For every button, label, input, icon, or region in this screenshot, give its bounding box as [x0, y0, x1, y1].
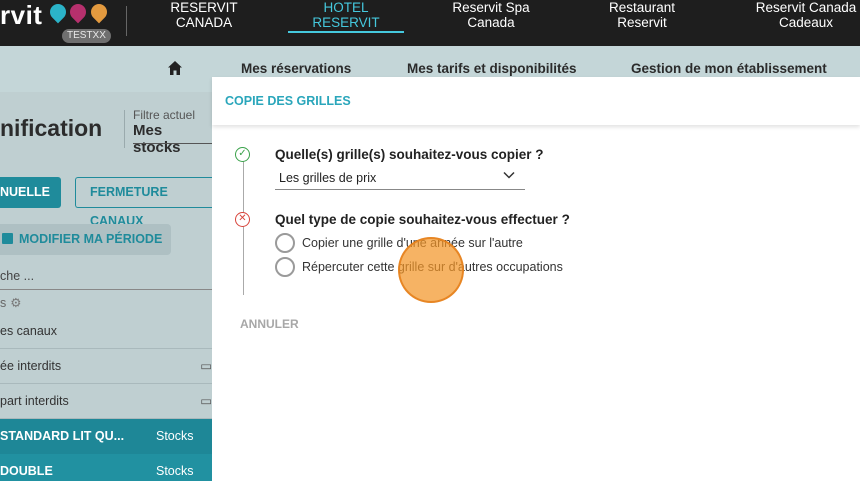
- gift-pin-icon: [87, 0, 111, 24]
- list-item-label: es canaux: [0, 324, 57, 338]
- nav-label-line2: Canada: [467, 15, 515, 30]
- nav-label-line2: RESERVIT: [312, 15, 380, 30]
- chevron-down-icon: [503, 171, 515, 179]
- divider: [126, 6, 127, 36]
- nav-label-line2: Cadeaux: [778, 15, 834, 30]
- room-name: DOUBLE: [0, 464, 53, 478]
- room-row[interactable]: DOUBLE Stocks: [0, 454, 212, 481]
- nav-label-line1: Reservit Canada: [755, 0, 857, 15]
- room-name: STANDARD LIT QU...: [0, 429, 125, 443]
- background-planning-panel: nification Filtre actuel Mes stocks NUEL…: [0, 92, 212, 481]
- settings-row: s ⚙: [0, 295, 21, 310]
- calendar-icon: [2, 233, 13, 244]
- list-item[interactable]: part interdits ▭: [0, 384, 212, 419]
- home-icon[interactable]: [167, 60, 183, 76]
- list-item-label: part interdits: [0, 394, 69, 408]
- search-underline: [0, 289, 212, 290]
- filter-select[interactable]: Mes stocks: [133, 122, 212, 156]
- restaurant-pin-icon: [66, 0, 90, 24]
- room-stock-label: Stocks: [156, 464, 194, 478]
- reservit-logo[interactable]: rvit TESTXX: [0, 0, 126, 46]
- nav-reservit-canada[interactable]: RESERVIT CANADA: [165, 0, 243, 30]
- settings-row-label: s: [0, 296, 7, 310]
- filter-label: Filtre actuel: [133, 108, 196, 122]
- gear-icon[interactable]: ⚙: [10, 295, 21, 310]
- nav-label-line1: Restaurant: [608, 0, 676, 15]
- list-item[interactable]: es canaux: [0, 314, 212, 349]
- filter-underline: [133, 143, 212, 144]
- copy-grids-dialog: COPIE DES GRILLES ✓ ✕ Quelle(s) grille(s…: [212, 77, 860, 481]
- nav-hotel-reservit[interactable]: HOTEL RESERVIT: [288, 0, 404, 30]
- calendar-icon[interactable]: ▭: [200, 349, 212, 384]
- nav-label-line2: Reservit: [617, 15, 667, 30]
- subnav-mes-reservations[interactable]: Mes réservations: [241, 61, 351, 76]
- search-input[interactable]: che ...: [0, 269, 34, 283]
- grid-type-select[interactable]: Les grilles de prix: [275, 166, 525, 190]
- active-nav-indicator: [288, 31, 404, 33]
- top-navigation-bar: rvit TESTXX RESERVIT CANADA HOTEL RESERV…: [0, 0, 860, 46]
- modifier-periode-label: MODIFIER MA PÉRIODE: [19, 232, 163, 246]
- nav-label-line1: RESERVIT: [170, 0, 238, 15]
- modifier-periode-button[interactable]: MODIFIER MA PÉRIODE: [0, 224, 171, 255]
- nav-label-line2: CANADA: [175, 15, 233, 30]
- nav-reservit-cadeaux[interactable]: Reservit Canada Cadeaux: [746, 0, 860, 30]
- subnav-mes-tarifs[interactable]: Mes tarifs et disponibilités: [407, 61, 577, 76]
- nav-label-line1: Reservit Spa: [452, 0, 530, 15]
- radio-button[interactable]: [275, 257, 295, 277]
- room-row[interactable]: STANDARD LIT QU... Stocks: [0, 419, 212, 454]
- question-grids: Quelle(s) grille(s) souhaitez-vous copie…: [275, 147, 544, 162]
- grid-type-select-value: Les grilles de prix: [279, 171, 377, 185]
- dialog-header: COPIE DES GRILLES: [212, 77, 860, 125]
- radio-button[interactable]: [275, 233, 295, 253]
- list-item-label: ée interdits: [0, 359, 62, 373]
- cancel-button[interactable]: ANNULER: [240, 317, 299, 331]
- nav-label-line1: HOTEL: [323, 0, 369, 15]
- dialog-title: COPIE DES GRILLES: [225, 94, 351, 108]
- check-circle-icon: ✓: [235, 147, 250, 162]
- page-title: nification: [0, 115, 103, 141]
- error-circle-icon: ✕: [235, 212, 250, 227]
- nav-reservit-spa[interactable]: Reservit Spa Canada: [440, 0, 542, 30]
- question-copy-type: Quel type de copie souhaitez-vous effect…: [275, 212, 570, 227]
- environment-badge: TESTXX: [62, 29, 111, 43]
- stepper-line: [243, 161, 244, 295]
- calendar-icon[interactable]: ▭: [200, 384, 212, 419]
- list-item[interactable]: ée interdits ▭: [0, 349, 212, 384]
- logo-text: rvit: [0, 0, 43, 30]
- nav-restaurant-reservit[interactable]: Restaurant Reservit: [592, 0, 692, 30]
- click-indicator: [398, 237, 464, 303]
- subnav-gestion-etablissement[interactable]: Gestion de mon établissement: [631, 61, 827, 76]
- fermeture-canaux-button[interactable]: FERMETURE CANAUX: [75, 177, 212, 228]
- annuelle-button[interactable]: NUELLE: [0, 177, 61, 208]
- spa-pin-icon: [46, 0, 70, 24]
- divider: [124, 110, 125, 148]
- room-stock-label: Stocks: [156, 429, 194, 443]
